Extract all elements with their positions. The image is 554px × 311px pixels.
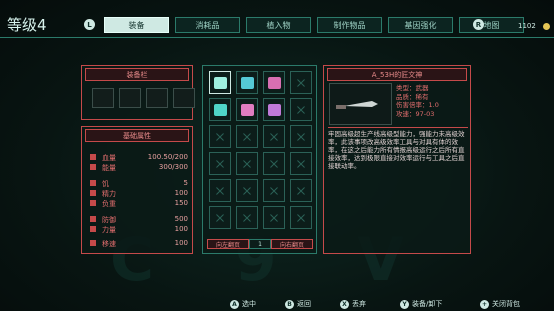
- top-bar: 等级4 L 装备 消耗品 植入物 制作物品 基因强化 地图 R 1102: [0, 0, 554, 40]
- bar-item-icon: [241, 77, 254, 89]
- chip-item-icon: [268, 104, 281, 116]
- inventory-cell[interactable]: [263, 152, 285, 175]
- inventory-cell[interactable]: [290, 98, 312, 121]
- tab-map[interactable]: 地图: [459, 17, 524, 33]
- attr-row-strength: 力量 100: [90, 225, 188, 235]
- inventory-cell[interactable]: [236, 98, 258, 121]
- medkit-item-icon: [214, 104, 227, 116]
- hunger-icon: [90, 180, 96, 186]
- a-button-icon: A: [230, 299, 239, 309]
- inventory-cell[interactable]: [290, 152, 312, 175]
- hint-equip[interactable]: Y 装备/卸下: [400, 299, 442, 309]
- l-button-icon[interactable]: L: [84, 19, 95, 30]
- equipment-slot[interactable]: [173, 88, 195, 108]
- tab-crafting[interactable]: 制作物品: [317, 17, 382, 33]
- knife-icon: [336, 101, 378, 109]
- tab-implants[interactable]: 植入物: [246, 17, 311, 33]
- inventory-cell[interactable]: [290, 179, 312, 202]
- inventory-cell[interactable]: [236, 71, 258, 94]
- tab-gene-enhance[interactable]: 基因强化: [388, 17, 453, 33]
- item-detail-panel: A_53H的匠文神 类型：武器 品质：稀有 伤害倍率：1.0 攻速：97-03 …: [323, 65, 471, 254]
- item-prop-speed: 攻速：97-03: [396, 109, 435, 118]
- inventory-cell[interactable]: [209, 206, 231, 229]
- coin-icon: [543, 23, 550, 30]
- inventory-cell[interactable]: [209, 152, 231, 175]
- inventory-cell[interactable]: [290, 125, 312, 148]
- attr-row-stamina: 精力 100: [90, 189, 188, 199]
- hint-select[interactable]: A 选中: [230, 299, 256, 309]
- attr-row-energy: 能量 300/300: [90, 163, 188, 173]
- next-page-button[interactable]: 向右翻页: [271, 239, 313, 249]
- attr-row-hp: 血量 100.50/200: [90, 153, 188, 163]
- inventory-panel: 向左翻页 1 向右翻页: [202, 65, 317, 254]
- attr-row-weight: 负重 150: [90, 199, 188, 209]
- item-prop-quality: 品质：稀有: [396, 92, 429, 101]
- attr-row-hunger: 饥5: [90, 179, 188, 189]
- attr-row-defense: 防御 500: [90, 215, 188, 225]
- inventory-cell[interactable]: [209, 179, 231, 202]
- hint-back[interactable]: B 返回: [285, 299, 311, 309]
- y-button-icon: Y: [400, 299, 409, 309]
- inventory-cell[interactable]: [236, 125, 258, 148]
- plus-button-icon: +: [480, 299, 489, 309]
- item-description: 牢固高级超生产线高级型能力，强能力未高级效率，此该事项改高级效率工具与对具有体的…: [328, 127, 468, 170]
- inventory-cell[interactable]: [263, 125, 285, 148]
- inventory-cell[interactable]: [263, 71, 285, 94]
- bottom-hint-bar: A 选中 B 返回 X 丢弃 Y 装备/卸下 + 关闭背包: [0, 293, 554, 311]
- gem-item-icon: [268, 77, 281, 89]
- inventory-cell[interactable]: [290, 71, 312, 94]
- equipment-slot[interactable]: [92, 88, 114, 108]
- inventory-cell[interactable]: [236, 206, 258, 229]
- knife-item-icon: [214, 77, 227, 89]
- attributes-panel: 基础属性 血量 100.50/200 能量 300/300 饥5 精力 100 负重 1…: [81, 126, 193, 254]
- boot-icon: [90, 240, 96, 246]
- item-props: 类型：武器 品质：稀有 伤害倍率：1.0 攻速：97-03: [396, 84, 439, 118]
- inventory-cell[interactable]: [209, 98, 231, 121]
- inventory-cell[interactable]: [209, 71, 231, 94]
- inventory-cell[interactable]: [236, 152, 258, 175]
- item-detail-title: A_53H的匠文神: [327, 68, 467, 81]
- x-button-icon: X: [340, 299, 349, 309]
- heart-icon: [90, 154, 96, 160]
- b-button-icon: B: [285, 299, 294, 309]
- prev-page-button[interactable]: 向左翻页: [207, 239, 249, 249]
- item-prop-damage: 伤害倍率：1.0: [396, 101, 439, 109]
- weapon-image: [329, 83, 392, 125]
- player-level: 等级4: [7, 16, 47, 34]
- tab-equipment[interactable]: 装备: [104, 17, 169, 33]
- equipment-slot[interactable]: [119, 88, 141, 108]
- hint-close[interactable]: + 关闭背包: [480, 299, 520, 309]
- category-tabs: 装备 消耗品 植入物 制作物品 基因强化 地图: [104, 17, 524, 33]
- page-number: 1: [249, 239, 271, 249]
- header-divider: [0, 37, 554, 38]
- flower-item-icon: [241, 104, 254, 116]
- attr-row-speed: 移速 100: [90, 239, 188, 249]
- inventory-cell[interactable]: [209, 125, 231, 148]
- inventory-cell[interactable]: [290, 206, 312, 229]
- tab-consumables[interactable]: 消耗品: [175, 17, 240, 33]
- inventory-cell[interactable]: [263, 206, 285, 229]
- shield-icon: [90, 216, 96, 222]
- currency-amount: 1102: [518, 22, 536, 30]
- equipment-slot[interactable]: [146, 88, 168, 108]
- stamina-icon: [90, 190, 96, 196]
- r-button-icon[interactable]: R: [473, 19, 484, 30]
- inventory-cell[interactable]: [263, 98, 285, 121]
- equipment-slots: [92, 88, 195, 108]
- equipment-panel-title: 装备栏: [85, 68, 189, 81]
- equipment-panel: 装备栏: [81, 65, 195, 120]
- attributes-panel-title: 基础属性: [85, 129, 189, 142]
- energy-icon: [90, 164, 96, 170]
- inventory-cell[interactable]: [236, 179, 258, 202]
- item-prop-type: 类型：武器: [396, 84, 429, 92]
- weight-icon: [90, 200, 96, 206]
- hint-drop[interactable]: X 丢弃: [340, 299, 366, 309]
- inventory-pager: 向左翻页 1 向右翻页: [207, 239, 313, 249]
- inventory-grid: [209, 71, 312, 229]
- fist-icon: [90, 226, 96, 232]
- inventory-cell[interactable]: [263, 179, 285, 202]
